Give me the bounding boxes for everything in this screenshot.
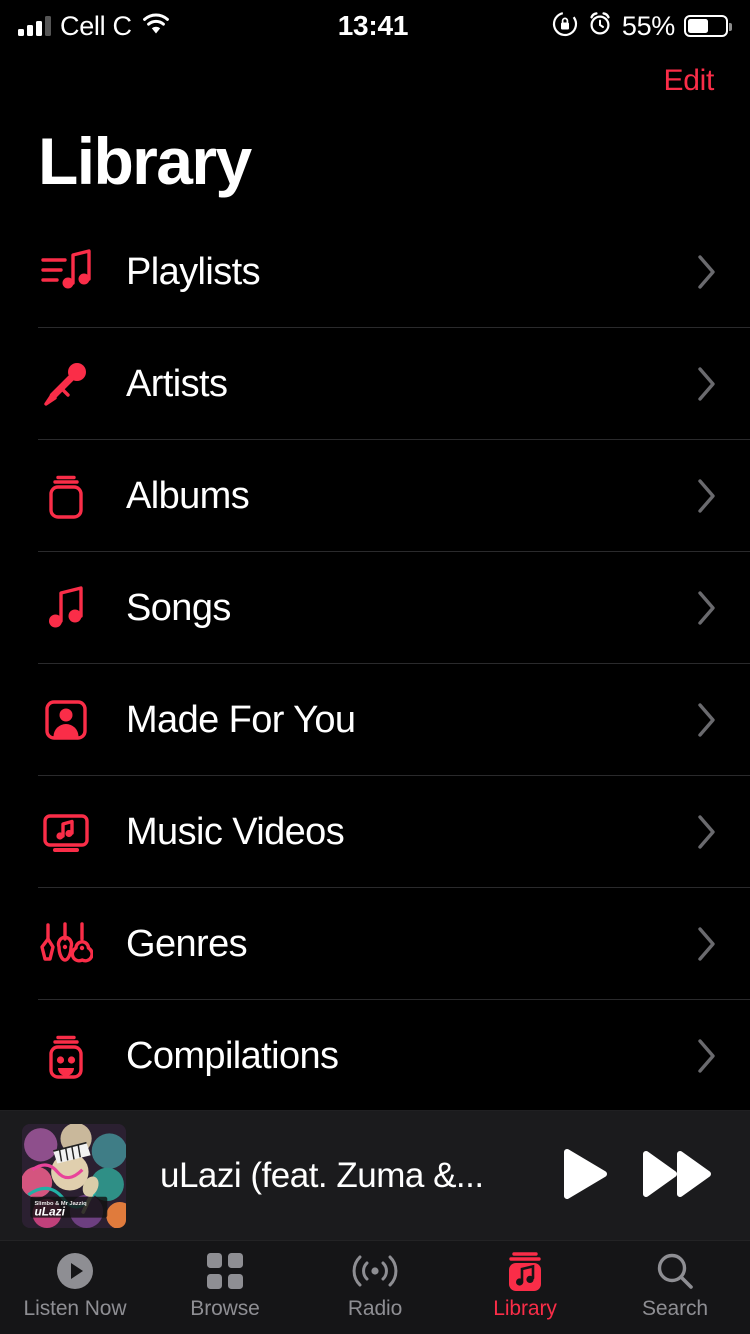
- library-list: Playlists Artists Albums Songs Made For You M…: [0, 216, 750, 1110]
- microphone-icon: [38, 357, 94, 411]
- library-row-label: Artists: [126, 362, 228, 405]
- library-row-label: Songs: [126, 586, 231, 629]
- cellular-bars-icon: [18, 16, 51, 36]
- grid-icon: [205, 1249, 245, 1293]
- library-row-label: Playlists: [126, 250, 261, 293]
- tab-browse[interactable]: Browse: [150, 1241, 300, 1334]
- edit-button[interactable]: Edit: [664, 64, 715, 98]
- chevron-right-icon: [696, 253, 718, 291]
- library-row-compilations[interactable]: Compilations: [0, 1000, 750, 1110]
- library-row-albums[interactable]: Albums: [0, 440, 750, 552]
- albums-icon: [38, 469, 94, 523]
- tab-label: Search: [642, 1297, 708, 1320]
- status-bar-left: Cell C: [18, 11, 338, 42]
- svg-text:uLazi: uLazi: [34, 1204, 65, 1218]
- clock-label: 13:41: [337, 10, 409, 41]
- chevron-right-icon: [696, 925, 718, 963]
- play-circle-icon: [54, 1249, 96, 1293]
- playlists-icon: [38, 245, 94, 299]
- play-button[interactable]: [528, 1148, 608, 1203]
- tab-library[interactable]: Library: [450, 1241, 600, 1334]
- rotation-lock-icon: [552, 11, 578, 42]
- chevron-right-icon: [696, 813, 718, 851]
- library-row-label: Made For You: [126, 698, 356, 741]
- tab-label: Library: [493, 1297, 557, 1320]
- broadcast-icon: [350, 1249, 400, 1293]
- status-bar: Cell C 13:41 55%: [0, 0, 750, 52]
- chevron-right-icon: [696, 477, 718, 515]
- track-title: uLazi (feat. Zuma &...: [160, 1155, 484, 1195]
- app-screen: Cell C 13:41 55% Edit Library Playlists …: [0, 0, 750, 1334]
- nav-bar: Edit: [0, 52, 750, 110]
- album-artwork[interactable]: Slimbo & Mr Jazziq uLazi: [22, 1123, 126, 1228]
- person-square-icon: [38, 693, 94, 747]
- fast-forward-button[interactable]: [608, 1148, 714, 1203]
- tab-label: Browse: [190, 1297, 260, 1320]
- search-icon: [655, 1249, 695, 1293]
- chevron-right-icon: [696, 1037, 718, 1075]
- page-title: Library: [38, 124, 252, 198]
- tab-listen-now[interactable]: Listen Now: [0, 1241, 150, 1334]
- library-row-label: Music Videos: [126, 810, 345, 853]
- library-row-playlists[interactable]: Playlists: [0, 216, 750, 328]
- tab-label: Radio: [347, 1297, 403, 1320]
- guitars-icon: [38, 917, 94, 971]
- carrier-label: Cell C: [60, 10, 132, 41]
- battery-percent-label: 55%: [621, 10, 675, 41]
- battery-icon: [684, 15, 732, 37]
- tab-bar: Listen Now Browse Radio Library Search: [0, 1240, 750, 1334]
- library-row-artists[interactable]: Artists: [0, 328, 750, 440]
- mini-player[interactable]: Slimbo & Mr Jazziq uLazi uLazi (feat. Zu…: [0, 1110, 750, 1240]
- library-row-music-videos[interactable]: Music Videos: [0, 776, 750, 888]
- library-icon: [505, 1249, 545, 1293]
- status-bar-center: 13:41: [338, 10, 409, 42]
- music-note-icon: [38, 581, 94, 635]
- chevron-right-icon: [696, 701, 718, 739]
- chevron-right-icon: [696, 365, 718, 403]
- chevron-right-icon: [696, 589, 718, 627]
- library-row-label: Albums: [126, 474, 250, 517]
- compilations-icon: [38, 1029, 94, 1083]
- library-row-label: Compilations: [126, 1034, 339, 1077]
- library-row-songs[interactable]: Songs: [0, 552, 750, 664]
- play-icon: [562, 1148, 608, 1203]
- library-row-label: Genres: [126, 922, 248, 965]
- wifi-icon: [141, 13, 171, 40]
- alarm-clock-icon: [587, 11, 613, 42]
- status-bar-right: 55%: [408, 10, 732, 42]
- fast-forward-icon: [642, 1148, 714, 1203]
- tab-radio[interactable]: Radio: [300, 1241, 450, 1334]
- library-row-made-for-you[interactable]: Made For You: [0, 664, 750, 776]
- library-row-genres[interactable]: Genres: [0, 888, 750, 1000]
- tab-search[interactable]: Search: [600, 1241, 750, 1334]
- tab-label: Listen Now: [23, 1297, 127, 1320]
- tv-music-icon: [38, 805, 94, 859]
